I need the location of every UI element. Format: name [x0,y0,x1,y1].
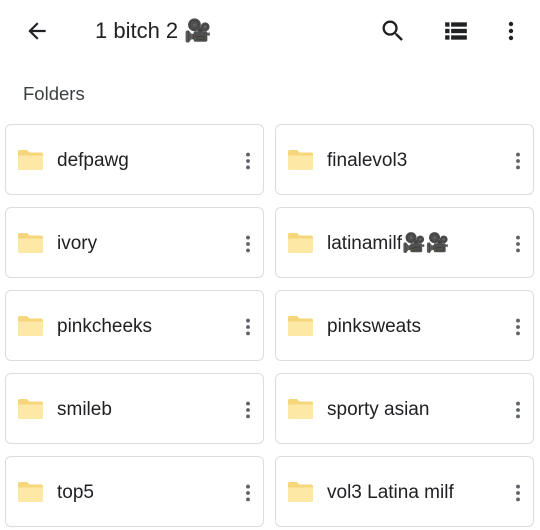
folder-card[interactable]: finalevol3 [275,124,534,195]
folder-icon [287,232,314,254]
folder-icon [287,481,314,503]
arrow-back-icon[interactable] [17,11,57,51]
folder-card[interactable]: sporty asian [275,373,534,444]
list-view-icon[interactable] [436,11,476,51]
folder-name: smileb [57,399,112,420]
folder-name: top5 [57,482,94,503]
search-icon[interactable] [373,11,413,51]
more-vert-icon[interactable] [491,11,531,51]
more-vert-icon[interactable] [505,390,531,430]
folder-name: latinamilf🎥🎥 [327,233,450,254]
more-vert-icon[interactable] [235,473,261,513]
app-bar: 1 bitch 2 🎥 [0,0,540,62]
folder-icon [17,481,44,503]
folder-card[interactable]: defpawg [5,124,264,195]
page-title: 1 bitch 2 🎥 [95,18,212,43]
folder-name: pinksweats [327,316,421,337]
folder-icon [17,315,44,337]
folder-card[interactable]: smileb [5,373,264,444]
more-vert-icon[interactable] [235,390,261,430]
folders-section-label: Folders [23,83,85,104]
folder-icon [287,398,314,420]
folder-name: defpawg [57,150,129,171]
folder-name: finalevol3 [327,150,408,171]
more-vert-icon[interactable] [505,224,531,264]
folder-card[interactable]: vol3 Latina milf [275,456,534,527]
folder-card[interactable]: latinamilf🎥🎥 [275,207,534,278]
more-vert-icon[interactable] [235,224,261,264]
folder-card[interactable]: ivory [5,207,264,278]
folder-card[interactable]: pinkcheeks [5,290,264,361]
folder-icon [287,149,314,171]
more-vert-icon[interactable] [235,141,261,181]
folder-card[interactable]: top5 [5,456,264,527]
more-vert-icon[interactable] [505,307,531,347]
more-vert-icon[interactable] [505,473,531,513]
more-vert-icon[interactable] [235,307,261,347]
folder-icon [17,398,44,420]
folder-icon [17,149,44,171]
more-vert-icon[interactable] [505,141,531,181]
folder-name: vol3 Latina milf [327,482,454,503]
folder-name: sporty asian [327,399,430,420]
folder-card[interactable]: pinksweats [275,290,534,361]
folder-icon [287,315,314,337]
folder-name: ivory [57,233,98,254]
folder-icon [17,232,44,254]
folder-name: pinkcheeks [57,316,153,337]
